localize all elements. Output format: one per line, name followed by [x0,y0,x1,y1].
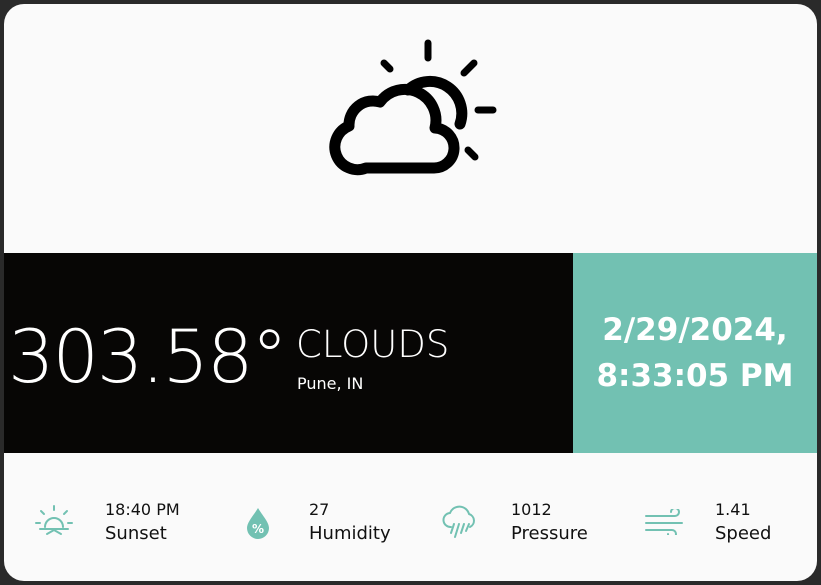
time-label: 8:33:05 PM [596,358,794,394]
rain-cloud-icon [442,505,475,538]
weather-hero [4,4,817,253]
datetime-display: 2/29/2024, 8:33:05 PM [596,307,793,399]
location-label: Pune, IN [297,374,364,393]
date-label: 2/29/2024, [602,312,788,348]
partly-cloudy-icon [329,39,497,176]
wind-icon [645,509,683,535]
stat-label: Sunset [105,523,167,544]
stat-label: Humidity [309,523,391,544]
sunset-icon [35,505,73,535]
humidity-drop-icon: % [247,508,269,539]
stat-label: Speed [715,523,772,544]
stat-sunset: 18:40 PM Sunset [34,453,214,581]
weather-condition: CLOUDS [296,323,450,366]
temperature-panel: 303.58° CLOUDS Pune, IN [4,253,573,453]
stat-value: 18:40 PM [105,500,180,519]
weather-stats: 18:40 PM Sunset % 27 Humidity 1012 Press… [4,453,817,581]
stat-value: 1.41 [715,500,751,519]
temperature-value: 303.58° [8,315,288,400]
stat-humidity: % 27 Humidity [244,453,424,581]
weather-band: 303.58° CLOUDS Pune, IN 2/29/2024, 8:33:… [4,253,817,453]
datetime-panel: 2/29/2024, 8:33:05 PM [573,253,817,453]
svg-text:%: % [252,522,264,536]
weather-card: 303.58° CLOUDS Pune, IN 2/29/2024, 8:33:… [4,4,817,581]
stat-speed: 1.41 Speed [644,453,814,581]
stat-pressure: 1012 Pressure [442,453,622,581]
stat-value: 27 [309,500,330,519]
stat-label: Pressure [511,523,588,544]
stat-value: 1012 [511,500,552,519]
